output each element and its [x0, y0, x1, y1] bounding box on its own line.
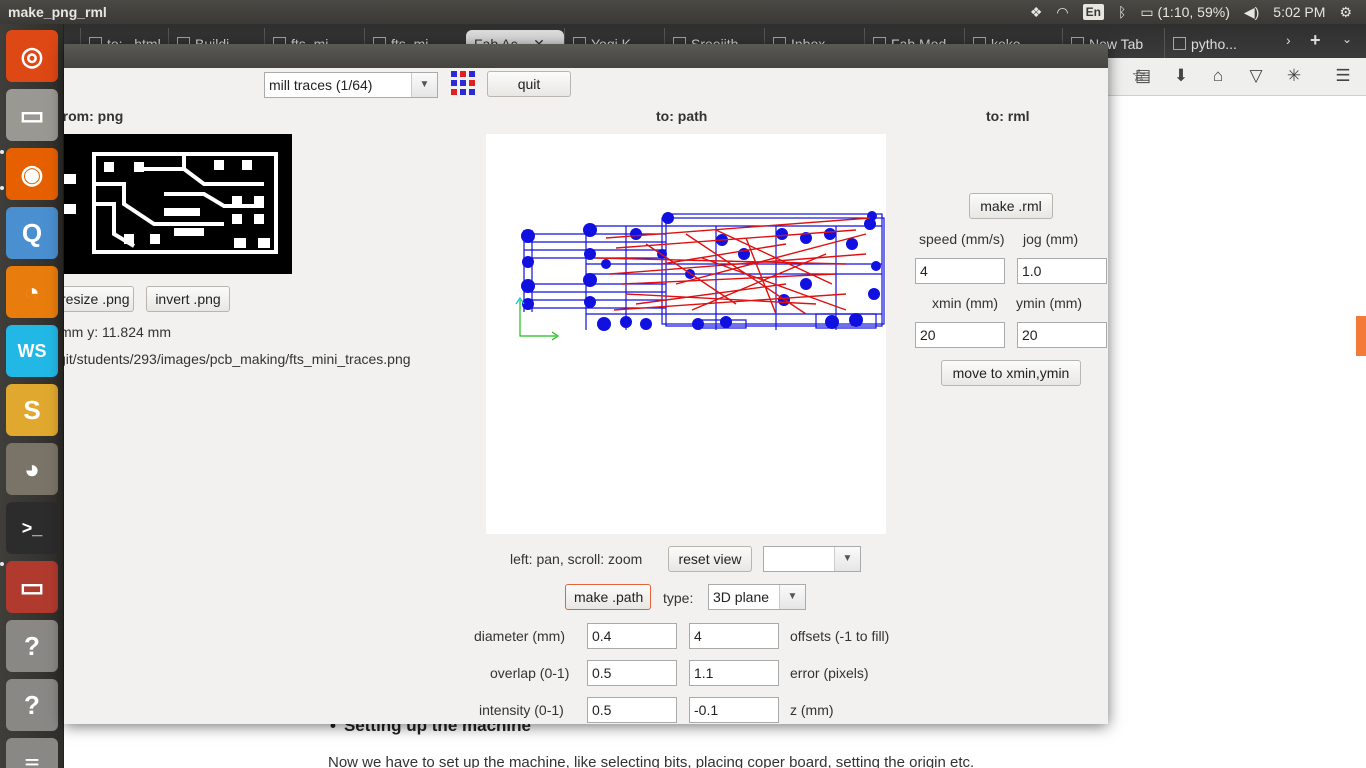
- battery-status: (1:10, 59%): [1157, 3, 1230, 20]
- chevron-down-icon: ▼: [411, 73, 437, 97]
- type-label: type:: [663, 590, 694, 606]
- blender-icon[interactable]: ◔: [6, 266, 58, 318]
- running-app-indicator: [0, 150, 4, 154]
- chevron-down-icon: ▼: [779, 585, 805, 609]
- mode-select[interactable]: mill traces (1/64) ▼: [264, 72, 438, 98]
- make-path-button[interactable]: make .path: [565, 584, 651, 610]
- webstorm-icon[interactable]: WS: [6, 325, 58, 377]
- wifi-icon[interactable]: ◠: [1056, 4, 1068, 21]
- overlap-input[interactable]: [587, 660, 677, 686]
- png-dimensions: mm y: 11.824 mm: [64, 324, 171, 340]
- unknown-app-2-icon[interactable]: ?: [6, 679, 58, 731]
- ubuntu-dash-icon[interactable]: ◎: [6, 30, 58, 82]
- move-to-origin-button[interactable]: move to xmin,ymin: [941, 360, 1081, 386]
- overlap-label: overlap (0-1): [490, 665, 570, 681]
- unknown-app-icon[interactable]: ?: [6, 620, 58, 672]
- z-input[interactable]: [689, 697, 779, 723]
- resize-png-button[interactable]: resize .png: [64, 286, 134, 312]
- extension-icon[interactable]: ✳: [1283, 66, 1305, 86]
- toolpath-canvas[interactable]: [486, 134, 886, 534]
- tab-scroll-right-icon[interactable]: ›: [1286, 32, 1291, 48]
- app-titlebar[interactable]: [64, 44, 1108, 68]
- dropbox-icon[interactable]: ❖: [1030, 4, 1043, 21]
- system-tray: ❖ ◠ En ᛒ ▭ (1:10, 59%) ◀) 5:02 PM ⚙: [1030, 0, 1366, 24]
- intensity-input[interactable]: [587, 697, 677, 723]
- slack-icon[interactable]: S: [6, 384, 58, 436]
- running-app-indicator: [0, 562, 4, 566]
- chevron-down-icon: ▼: [834, 547, 860, 571]
- browser-tab-label: pytho...: [1191, 36, 1237, 52]
- diameter-label: diameter (mm): [474, 628, 566, 644]
- intensity-label: intensity (0-1): [479, 702, 564, 718]
- battery-icon: ▭: [1140, 3, 1154, 20]
- from-png-heading: from: png: [64, 108, 124, 124]
- reading-list-icon[interactable]: ▤: [1132, 66, 1154, 86]
- z-label: z (mm): [790, 702, 834, 718]
- gear-icon[interactable]: ⚙: [1339, 4, 1352, 21]
- unity-launcher: ◎ ▭ ◉ Q ◔ WS S ◕ >_ ▭?? ≡: [0, 24, 64, 768]
- jog-input[interactable]: [1017, 258, 1107, 284]
- volume-icon[interactable]: ◀): [1244, 4, 1259, 21]
- speed-input[interactable]: [915, 258, 1005, 284]
- to-rml-heading: to: rml: [986, 108, 1030, 124]
- diameter-input[interactable]: [587, 623, 677, 649]
- fab-modules-logo-icon: [451, 71, 475, 95]
- workspace-stack-icon[interactable]: ≡: [6, 738, 58, 768]
- qt-creator-icon[interactable]: Q: [6, 207, 58, 259]
- type-select-value: 3D plane: [713, 589, 770, 605]
- view-hint: left: pan, scroll: zoom: [510, 551, 643, 567]
- new-tab-icon[interactable]: +: [1310, 30, 1321, 51]
- bluetooth-icon[interactable]: ᛒ: [1118, 4, 1126, 20]
- png-preview-image: [64, 134, 292, 274]
- files-active-icon[interactable]: ▭: [6, 561, 58, 613]
- running-app-indicator: [0, 186, 4, 190]
- keyboard-layout-indicator[interactable]: En: [1082, 4, 1104, 20]
- tab-list-icon[interactable]: ⌄: [1342, 32, 1352, 46]
- type-select[interactable]: 3D plane ▼: [708, 584, 806, 610]
- speed-label: speed (mm/s): [919, 231, 1005, 247]
- page-scroll-marker[interactable]: [1356, 316, 1366, 356]
- make-rml-button[interactable]: make .rml: [969, 193, 1053, 219]
- ymin-input[interactable]: [1017, 322, 1107, 348]
- png-file-path: git/students/293/images/pcb_making/fts_m…: [64, 351, 411, 367]
- hamburger-menu-icon[interactable]: ☰: [1332, 66, 1354, 86]
- home-icon[interactable]: ⌂: [1207, 66, 1229, 86]
- mode-select-value: mill traces (1/64): [269, 77, 373, 93]
- firefox-icon[interactable]: ◉: [6, 148, 58, 200]
- reset-view-button[interactable]: reset view: [668, 546, 752, 572]
- browser-tab[interactable]: pytho...: [1164, 28, 1274, 58]
- quit-button[interactable]: quit: [487, 71, 571, 97]
- to-path-heading: to: path: [656, 108, 708, 124]
- system-top-bar: make_png_rml ❖ ◠ En ᛒ ▭ (1:10, 59%) ◀) 5…: [0, 0, 1366, 24]
- download-icon[interactable]: ⬇: [1170, 66, 1192, 86]
- ymin-label: ymin (mm): [1016, 295, 1083, 311]
- favicon-icon: [1173, 37, 1186, 50]
- xmin-label: xmin (mm): [932, 295, 999, 311]
- page-paragraph: Now we have to set up the machine, like …: [328, 754, 975, 768]
- view-select[interactable]: ▼: [763, 546, 861, 572]
- xmin-input[interactable]: [915, 322, 1005, 348]
- battery-indicator[interactable]: ▭ (1:10, 59%): [1140, 4, 1230, 21]
- invert-png-button[interactable]: invert .png: [146, 286, 230, 312]
- error-label: error (pixels): [790, 665, 869, 681]
- gimp-icon[interactable]: ◕: [6, 443, 58, 495]
- offsets-input[interactable]: [689, 623, 779, 649]
- make-png-rml-window: mill traces (1/64) ▼ quit from: png to: …: [64, 44, 1108, 724]
- terminal-icon[interactable]: >_: [6, 502, 58, 554]
- clock[interactable]: 5:02 PM: [1273, 4, 1325, 20]
- error-input[interactable]: [689, 660, 779, 686]
- window-title: make_png_rml: [8, 4, 107, 20]
- files-icon[interactable]: ▭: [6, 89, 58, 141]
- pocket-icon[interactable]: ▽: [1245, 66, 1267, 86]
- offsets-label: offsets (-1 to fill): [790, 628, 890, 644]
- jog-label: jog (mm): [1023, 231, 1079, 247]
